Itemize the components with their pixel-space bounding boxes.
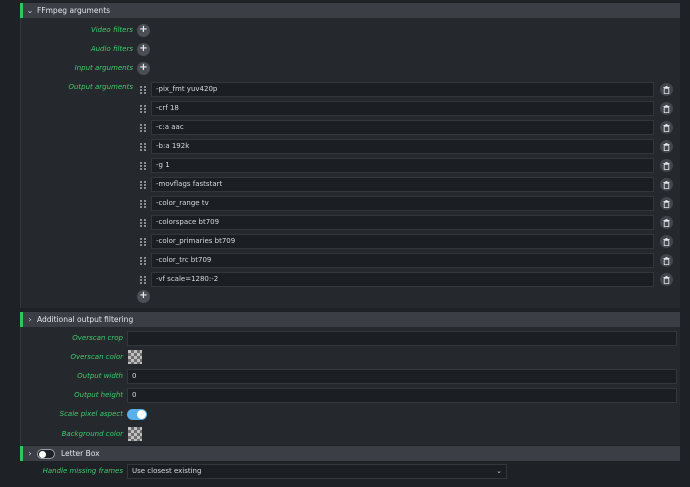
drag-handle-icon[interactable] bbox=[140, 105, 146, 113]
trash-icon[interactable] bbox=[660, 197, 673, 210]
trash-icon[interactable] bbox=[660, 83, 673, 96]
output-width-input[interactable]: 0 bbox=[127, 369, 677, 384]
letter-box-title: Letter Box bbox=[61, 449, 100, 458]
toggle-knob bbox=[137, 410, 146, 419]
drag-handle-icon[interactable] bbox=[140, 276, 146, 284]
overscan-color-swatch[interactable] bbox=[128, 350, 142, 364]
scale-pixel-aspect-label: Scale pixel aspect bbox=[59, 410, 123, 418]
output-arguments-label: Output arguments bbox=[68, 83, 133, 91]
output-argument-input[interactable]: -c:a aac bbox=[151, 120, 654, 135]
output-argument-input[interactable]: -vf scale=1280:-2 bbox=[151, 272, 654, 287]
add-audio-filter-button[interactable]: + bbox=[137, 43, 150, 56]
output-argument-input[interactable]: -b:a 192k bbox=[151, 139, 654, 154]
output-width-label: Output width bbox=[77, 372, 123, 380]
additional-output-filtering-title: Additional output filtering bbox=[37, 315, 134, 324]
drag-handle-icon[interactable] bbox=[140, 143, 146, 151]
output-height-input[interactable]: 0 bbox=[127, 388, 677, 403]
drag-handle-icon[interactable] bbox=[140, 181, 146, 189]
output-argument-input[interactable]: -g 1 bbox=[151, 158, 654, 173]
trash-icon[interactable] bbox=[660, 102, 673, 115]
chevron-down-icon: ⌄ bbox=[496, 467, 502, 475]
drag-handle-icon[interactable] bbox=[140, 162, 146, 170]
chevron-down-icon: ⌄ bbox=[26, 6, 34, 15]
background-color-swatch[interactable] bbox=[128, 427, 142, 441]
output-argument-input[interactable]: -color_range tv bbox=[151, 196, 654, 211]
letter-box-header[interactable]: › Letter Box bbox=[20, 446, 680, 461]
output-argument-input[interactable]: -movflags faststart bbox=[151, 177, 654, 192]
trash-icon[interactable] bbox=[660, 235, 673, 248]
drag-handle-icon[interactable] bbox=[140, 200, 146, 208]
background-color-label: Background color bbox=[61, 430, 123, 438]
output-argument-input[interactable]: -color_trc bt709 bbox=[151, 253, 654, 268]
input-arguments-label: Input arguments bbox=[74, 64, 133, 72]
trash-icon[interactable] bbox=[660, 140, 673, 153]
chevron-right-icon: › bbox=[28, 449, 32, 458]
drag-handle-icon[interactable] bbox=[140, 219, 146, 227]
overscan-crop-label: Overscan crop bbox=[72, 334, 123, 342]
handle-missing-frames-value: Use closest existing bbox=[132, 467, 202, 475]
trash-icon[interactable] bbox=[660, 178, 673, 191]
letter-box-toggle[interactable] bbox=[37, 448, 55, 459]
output-argument-input[interactable]: -colorspace bt709 bbox=[151, 215, 654, 230]
output-argument-input[interactable]: -color_primaries bt709 bbox=[151, 234, 654, 249]
drag-handle-icon[interactable] bbox=[140, 124, 146, 132]
drag-handle-icon[interactable] bbox=[140, 257, 146, 265]
overscan-crop-input[interactable] bbox=[127, 331, 677, 346]
drag-handle-icon[interactable] bbox=[140, 86, 146, 94]
output-argument-input[interactable]: -pix_fmt yuv420p bbox=[151, 82, 654, 97]
ffmpeg-arguments-title: FFmpeg arguments bbox=[37, 6, 111, 15]
trash-icon[interactable] bbox=[660, 159, 673, 172]
handle-missing-frames-label: Handle missing frames bbox=[42, 467, 123, 475]
ffmpeg-arguments-header[interactable]: ⌄ FFmpeg arguments bbox=[20, 3, 680, 18]
handle-missing-frames-select[interactable]: Use closest existing ⌄ bbox=[127, 464, 507, 479]
add-video-filter-button[interactable]: + bbox=[137, 24, 150, 37]
add-output-argument-button[interactable]: + bbox=[137, 290, 150, 303]
output-height-label: Output height bbox=[74, 391, 123, 399]
video-filters-label: Video filters bbox=[90, 26, 133, 34]
additional-output-filtering-header[interactable]: › Additional output filtering bbox=[20, 312, 680, 327]
trash-icon[interactable] bbox=[660, 216, 673, 229]
trash-icon[interactable] bbox=[660, 273, 673, 286]
overscan-color-label: Overscan color bbox=[70, 353, 123, 361]
drag-handle-icon[interactable] bbox=[140, 238, 146, 246]
trash-icon[interactable] bbox=[660, 254, 673, 267]
audio-filters-label: Audio filters bbox=[90, 45, 133, 53]
toggle-knob bbox=[39, 450, 46, 458]
output-argument-input[interactable]: -crf 18 bbox=[151, 101, 654, 116]
trash-icon[interactable] bbox=[660, 121, 673, 134]
chevron-right-icon: › bbox=[28, 315, 32, 324]
scale-pixel-aspect-toggle[interactable] bbox=[127, 409, 147, 420]
add-input-argument-button[interactable]: + bbox=[137, 62, 150, 75]
